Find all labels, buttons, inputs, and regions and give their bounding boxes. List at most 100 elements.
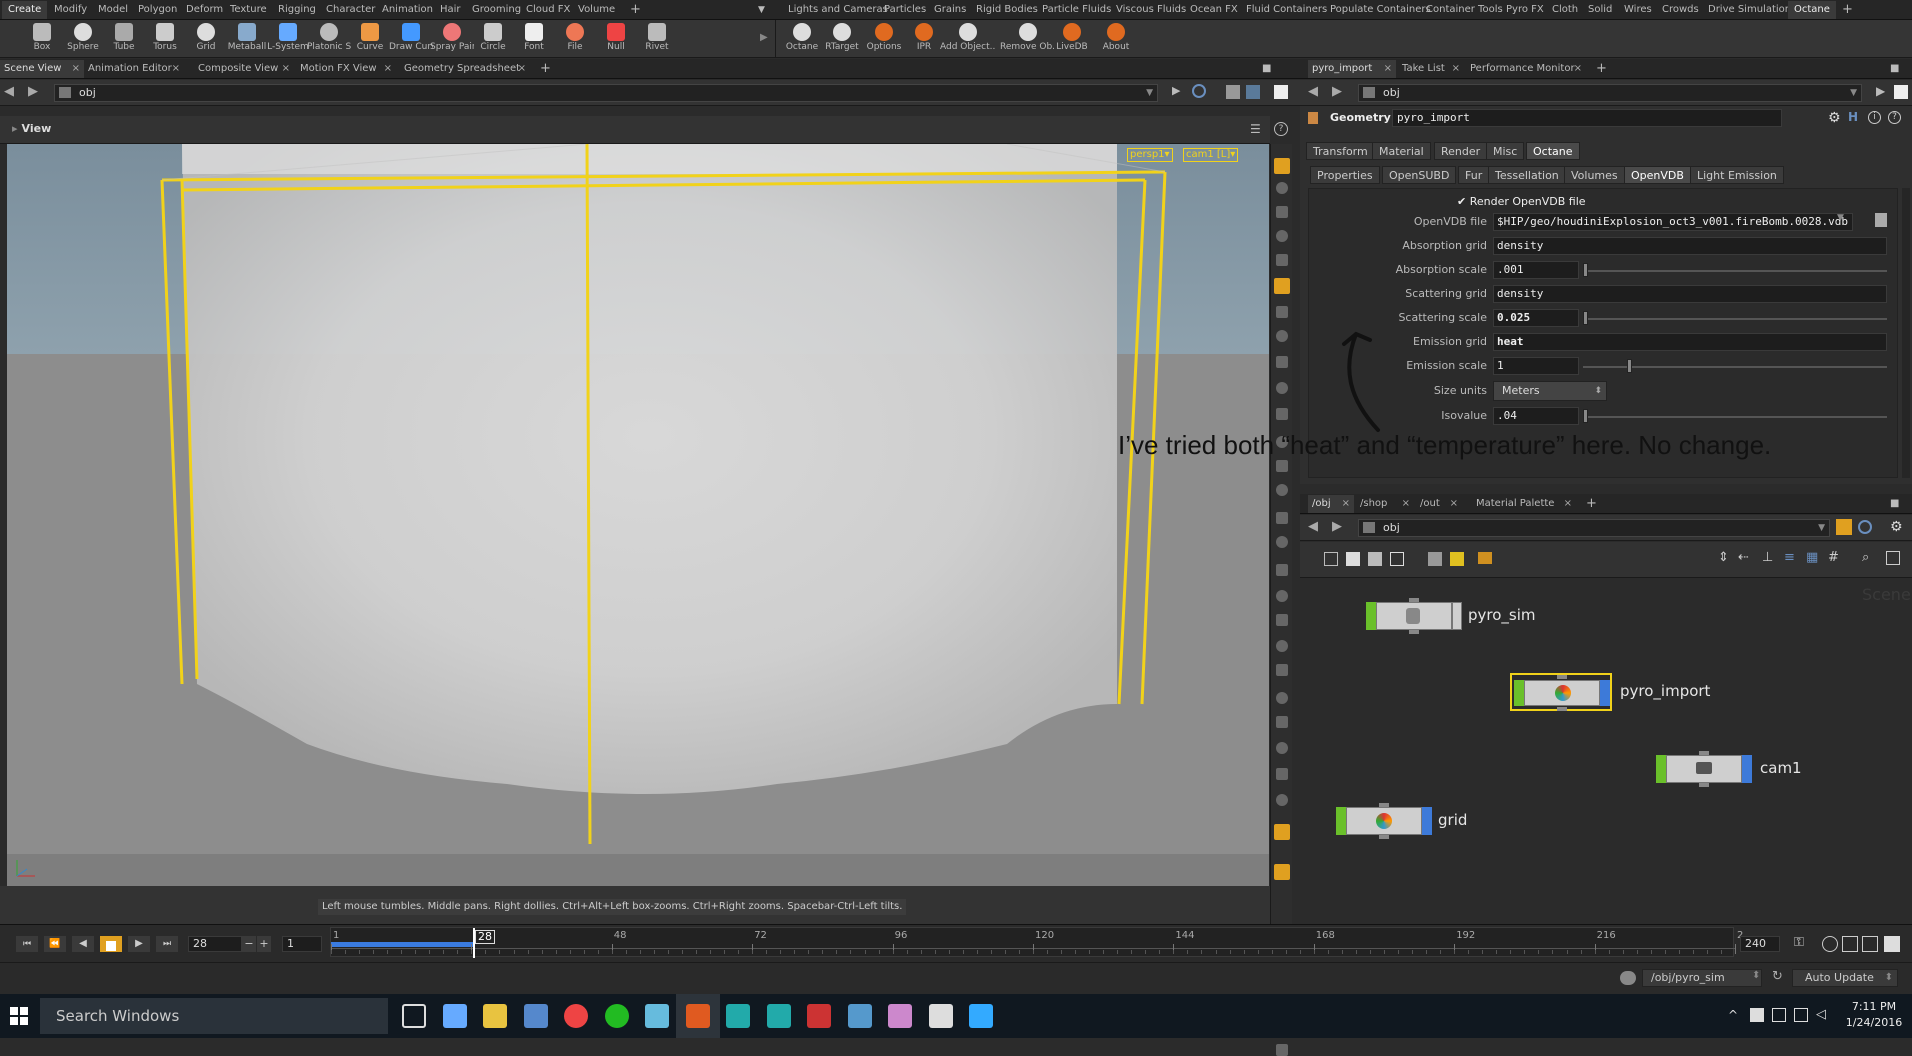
viewport-display-icon[interactable] [1276, 716, 1288, 728]
tab-performance-monitor[interactable]: Performance Monitor × [1466, 60, 1586, 78]
size-units-menu[interactable]: Meters ⬍ [1493, 381, 1607, 401]
playbar-options-icon[interactable] [1884, 936, 1900, 952]
tray-chevron-icon[interactable]: ^ [1728, 1008, 1738, 1022]
gear-icon[interactable]: ⚙ [1828, 110, 1841, 126]
play-reverse-icon[interactable]: ◀ [72, 936, 94, 952]
end-frame-field[interactable]: 240 [1740, 936, 1780, 952]
app-icon[interactable] [807, 1004, 831, 1028]
maximize-icon[interactable] [1894, 85, 1908, 99]
shelf-tool-button[interactable]: Metaball [225, 21, 269, 57]
octane-tool-button[interactable]: Options [862, 21, 906, 57]
key-icon[interactable]: ⚿ [1794, 935, 1804, 950]
viewport-display-icon[interactable] [1276, 356, 1288, 368]
timeline-slider[interactable]: 1244872961201441681922162 28 [330, 927, 1743, 958]
shelf-tab[interactable]: Texture [224, 1, 273, 19]
back-arrow-icon[interactable]: ◀ [4, 84, 14, 99]
camera-view-menu[interactable]: persp1▾ [1127, 148, 1173, 162]
absorption-scale-field[interactable]: .001 [1493, 261, 1579, 279]
dropdown-arrow-icon[interactable]: ▼ [1818, 520, 1825, 536]
menu-arrows-icon[interactable]: ⬍ [1752, 970, 1760, 981]
tray-app-icon[interactable] [1750, 1008, 1764, 1022]
link-icon[interactable] [1858, 520, 1872, 534]
render-openvdb-toggle[interactable]: ✔ Render OpenVDB file [1457, 195, 1586, 208]
arrange-icon[interactable]: ≡ [1784, 550, 1795, 565]
isovalue-slider[interactable] [1583, 416, 1887, 418]
viewport-display-icon[interactable] [1276, 742, 1288, 754]
viewport-display-icon[interactable] [1276, 460, 1288, 472]
node-display-flag[interactable] [1514, 680, 1524, 706]
node-input[interactable] [1379, 803, 1389, 807]
openvdb-file-field[interactable]: $HIP/geo/houdiniExplosion_oct3_v001.fire… [1493, 213, 1853, 231]
app-icon[interactable] [645, 1004, 669, 1028]
shelf-tab[interactable]: Polygon [132, 1, 183, 19]
pin-icon[interactable] [1836, 519, 1852, 535]
viewport-display-icon[interactable] [1276, 640, 1288, 652]
add-shelf-tab-icon[interactable]: + [624, 1, 647, 19]
octane-tool-button[interactable]: LiveDB [1050, 21, 1094, 57]
network-editor[interactable]: Scene pyro_sim pyro_import cam1 grid [1300, 579, 1912, 924]
node-input[interactable] [1557, 675, 1567, 679]
realtime-icon[interactable] [1822, 936, 1838, 952]
emission-grid-field[interactable]: heat [1493, 333, 1887, 351]
file-chooser-icon[interactable] [1875, 213, 1887, 227]
shelf-tool-button[interactable]: Platonic Sol... [307, 21, 351, 57]
param-scrollbar[interactable] [1902, 188, 1910, 478]
tab-composite-view[interactable]: Composite View × [194, 60, 294, 78]
shelf-tab[interactable]: Cloud FX [520, 1, 576, 19]
app-icon[interactable] [928, 1004, 953, 1028]
subtab-openvdb[interactable]: OpenVDB [1624, 166, 1691, 184]
grid-view-icon[interactable] [1390, 552, 1404, 566]
tab-misc[interactable]: Misc [1486, 142, 1525, 160]
close-icon[interactable]: × [1574, 60, 1582, 78]
close-icon[interactable]: × [172, 60, 180, 78]
clock-time[interactable]: 7:11 PM [1844, 1000, 1904, 1013]
shelf-tool-button[interactable]: Curve [348, 21, 392, 57]
node-pyro-sim[interactable] [1366, 598, 1462, 634]
tab-material-palette[interactable]: Material Palette × [1472, 495, 1576, 513]
viewport-display-icon[interactable] [1274, 278, 1290, 294]
close-icon[interactable]: × [1564, 495, 1572, 513]
tab-obj[interactable]: /obj × [1308, 495, 1354, 513]
viewport-display-icon[interactable] [1276, 330, 1288, 342]
shelf-tab[interactable]: Container Tools [1420, 1, 1509, 19]
tab-transform[interactable]: Transform [1306, 142, 1375, 160]
shelf-tool-button[interactable]: Rivet [635, 21, 679, 57]
pane-menu-icon[interactable]: ■ [1258, 60, 1272, 78]
file-explorer-icon[interactable] [483, 1004, 507, 1028]
shelf-tab[interactable]: Fluid Containers [1240, 1, 1333, 19]
scattering-scale-slider[interactable] [1583, 318, 1887, 320]
play-icon[interactable]: ▶ [128, 936, 150, 952]
tab-render[interactable]: Render [1434, 142, 1488, 160]
add-tab-icon[interactable]: + [1592, 60, 1608, 78]
search-icon[interactable]: ⌕ [1862, 550, 1869, 565]
viewport-display-icon[interactable] [1276, 692, 1288, 704]
shelf-tab[interactable]: Animation [376, 1, 439, 19]
pane-menu-icon[interactable]: ■ [1886, 495, 1900, 513]
close-icon[interactable]: × [1384, 60, 1392, 78]
shelf-tab[interactable]: Model [92, 1, 134, 19]
node-display-flag[interactable] [1656, 755, 1666, 783]
houdini-icon[interactable] [685, 1004, 710, 1028]
shelf-tab[interactable]: Character [320, 1, 381, 19]
node-path-field[interactable]: /obj/pyro_sim [1642, 969, 1762, 987]
path-field[interactable]: obj ▼ [1358, 519, 1830, 537]
volume-icon[interactable]: ◁ [1816, 1007, 1826, 1022]
shelf-tab[interactable]: Ocean FX [1184, 1, 1244, 19]
node-render-flag[interactable] [1742, 755, 1752, 783]
close-icon[interactable]: × [1450, 495, 1458, 513]
pin-icon[interactable]: ▶ [1172, 84, 1186, 98]
windows-start-icon[interactable] [10, 1007, 28, 1025]
node-grid[interactable] [1336, 803, 1432, 839]
camera-lock-menu[interactable]: cam1 [L]▾ [1183, 148, 1239, 162]
add-shelf-tab-icon[interactable]: + [1836, 1, 1859, 19]
close-icon[interactable]: × [282, 60, 290, 78]
shelf-tool-button[interactable]: Sphere [61, 21, 105, 57]
node-display-flag[interactable] [1366, 602, 1376, 630]
node-input[interactable] [1409, 598, 1419, 602]
shelf-tool-button[interactable]: Font [512, 21, 556, 57]
shelf-tab[interactable]: Create [2, 1, 48, 19]
network-box-icon[interactable] [1428, 552, 1442, 566]
tab-shop[interactable]: /shop × [1356, 495, 1414, 513]
node-output[interactable] [1699, 783, 1709, 787]
shelf-tab[interactable]: Grooming [466, 1, 527, 19]
